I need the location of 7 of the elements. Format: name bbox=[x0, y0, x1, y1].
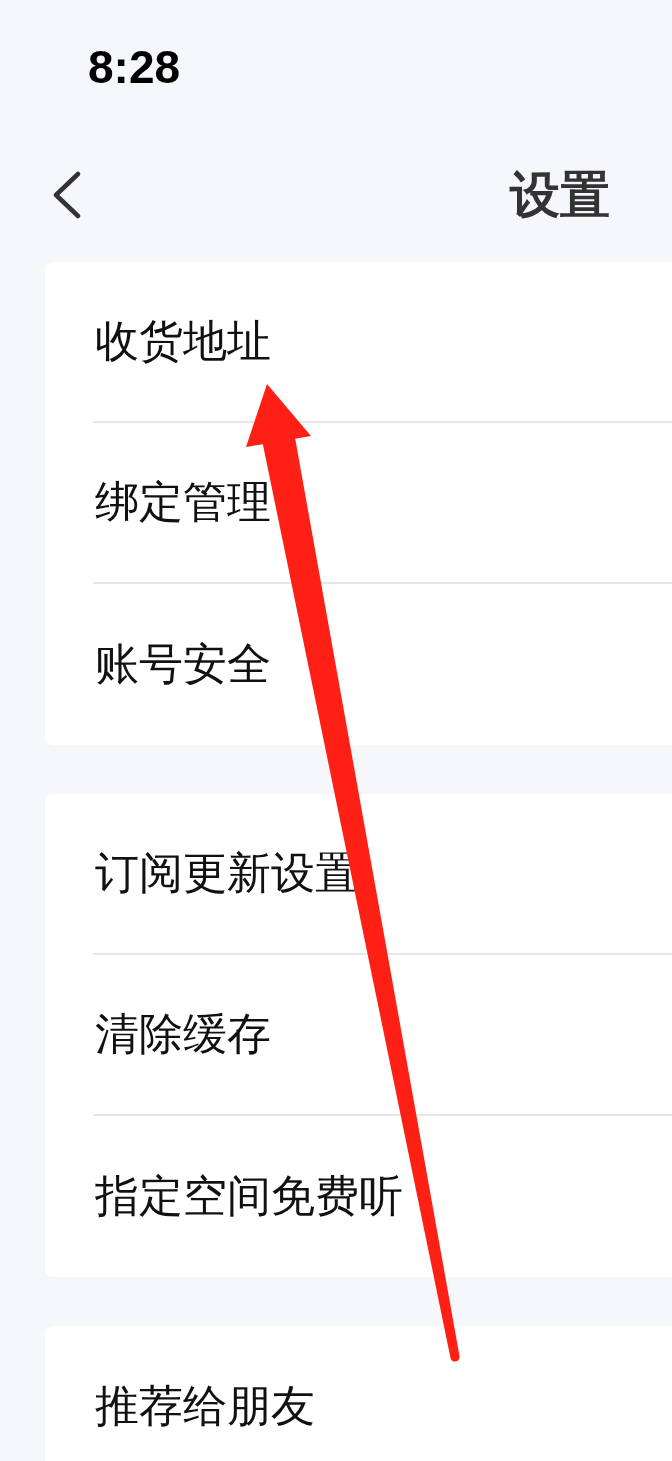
settings-item[interactable]: 账号安全 bbox=[93, 584, 672, 745]
page-title: 设置 bbox=[510, 167, 610, 223]
chevron-left-icon bbox=[52, 171, 82, 219]
settings-item[interactable]: 推荐给朋友 bbox=[93, 1326, 672, 1461]
status-time: 8:28 bbox=[88, 44, 181, 90]
back-button[interactable] bbox=[52, 171, 82, 219]
settings-item[interactable]: 指定空间免费听 bbox=[93, 1116, 672, 1277]
